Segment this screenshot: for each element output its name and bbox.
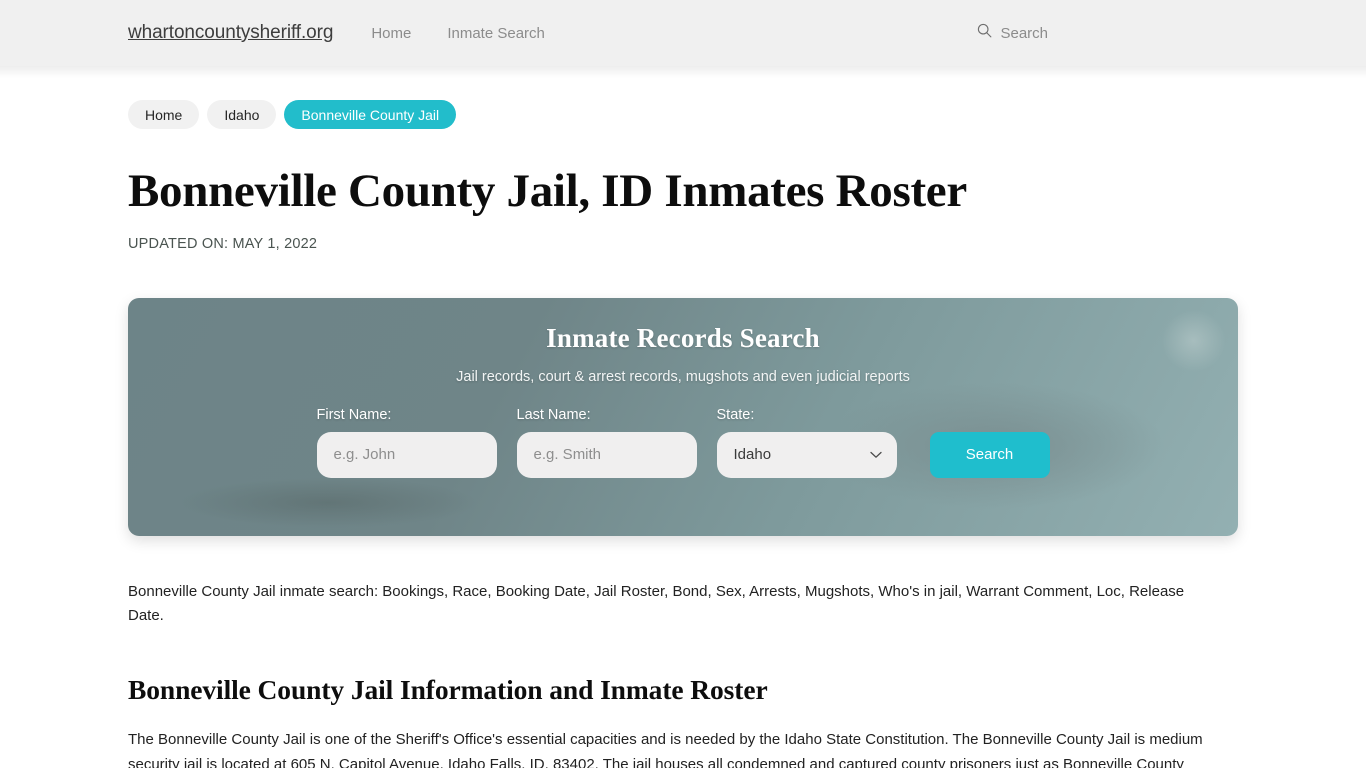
page-content: Home Idaho Bonneville County Jail Bonnev…	[0, 66, 1366, 768]
nav-item-inmate-search[interactable]: Inmate Search	[447, 25, 545, 42]
lede-paragraph: Bonneville County Jail inmate search: Bo…	[128, 582, 1185, 624]
search-submit-button[interactable]: Search	[929, 431, 1050, 478]
last-name-input[interactable]	[516, 431, 697, 478]
section-heading: Bonneville County Jail Information and I…	[128, 674, 768, 706]
first-name-label: First Name:	[316, 406, 392, 423]
last-name-field-group: Last Name:	[516, 406, 697, 478]
header-search[interactable]: Search	[977, 23, 1238, 43]
state-label: State:	[716, 406, 755, 423]
page-title: Bonneville County Jail, ID Inmates Roste…	[128, 165, 967, 217]
site-header: whartoncountysheriff.org Home Inmate Sea…	[0, 0, 1366, 78]
search-icon	[977, 23, 992, 43]
breadcrumb-item-home[interactable]: Home	[128, 100, 200, 129]
inmate-search-form: First Name: Last Name: State: Idaho	[316, 406, 1050, 478]
first-name-input[interactable]	[316, 431, 497, 478]
body-paragraph: The Bonneville County Jail is one of the…	[128, 731, 1203, 768]
inmate-records-search-panel: Inmate Records Search Jail records, cour…	[128, 297, 1238, 536]
first-name-field-group: First Name:	[316, 406, 497, 478]
state-select[interactable]: Idaho	[716, 431, 897, 478]
breadcrumb-item-bonneville-county-jail[interactable]: Bonneville County Jail	[284, 100, 457, 129]
updated-on-text: UPDATED ON: MAY 1, 2022	[128, 235, 318, 252]
last-name-label: Last Name:	[516, 406, 591, 423]
state-field-group: State: Idaho	[716, 406, 897, 478]
breadcrumb-item-idaho[interactable]: Idaho	[207, 100, 277, 129]
search-panel-subtitle: Jail records, court & arrest records, mu…	[456, 368, 910, 385]
primary-nav: Home Inmate Search	[371, 25, 545, 42]
header-search-label: Search	[1000, 24, 1048, 42]
site-brand[interactable]: whartoncountysheriff.org	[128, 22, 333, 44]
breadcrumb: Home Idaho Bonneville County Jail	[128, 66, 1238, 129]
nav-item-home[interactable]: Home	[371, 25, 411, 42]
search-panel-title: Inmate Records Search	[546, 322, 820, 353]
